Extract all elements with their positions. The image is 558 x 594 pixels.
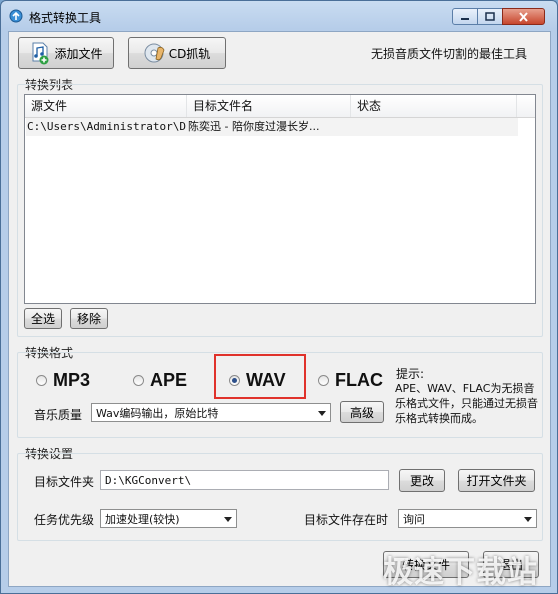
exists-select[interactable]: 询问: [398, 509, 537, 528]
column-source[interactable]: 源文件: [25, 95, 187, 117]
quality-select[interactable]: Wav编码输出，原始比特: [91, 403, 331, 422]
chevron-down-icon: [524, 516, 532, 522]
open-folder-button[interactable]: 打开文件夹: [458, 469, 535, 492]
cd-rip-button[interactable]: CD抓轨: [128, 37, 226, 69]
client-area: 添加文件 CD抓轨 无损音质文件切割的最佳工具 转换列表 源文件 目标文件名 状…: [8, 31, 551, 587]
advanced-button[interactable]: 高级: [340, 401, 384, 423]
priority-select[interactable]: 加速处理(较快): [100, 509, 237, 528]
cell-target: 陈奕迅 - 陪你度过漫长岁...: [188, 120, 320, 133]
chevron-down-icon: [224, 516, 232, 522]
column-target[interactable]: 目标文件名: [187, 95, 351, 117]
target-folder-label: 目标文件夹: [34, 475, 95, 489]
column-status[interactable]: 状态: [351, 95, 517, 117]
radio-mp3-dot: [36, 375, 47, 386]
cd-rip-label: CD抓轨: [168, 46, 211, 61]
radio-mp3-label: MP3: [53, 370, 91, 390]
main-window: 格式转换工具 添加文件 CD抓轨 无损音质文件切割的最佳工具 转换列表 源文件 …: [0, 0, 558, 594]
close-button[interactable]: [502, 8, 545, 25]
radio-ape-label: APE: [150, 370, 188, 390]
radio-ape[interactable]: APE: [133, 370, 187, 391]
table-row[interactable]: C:\Users\Administrator\D... 陈奕迅 - 陪你度过漫长…: [26, 118, 518, 136]
hint-body: APE、WAV、FLAC为无损音乐格式文件，只能通过无损音乐格式转换而成。: [395, 382, 538, 425]
cell-status: [352, 118, 512, 136]
radio-wav-label: WAV: [246, 370, 286, 390]
quality-label: 音乐质量: [34, 408, 83, 422]
hint-title: 提示:: [396, 367, 425, 381]
change-folder-button[interactable]: 更改: [399, 469, 445, 492]
add-file-label: 添加文件: [54, 46, 103, 61]
priority-label: 任务优先级: [34, 513, 95, 527]
file-list-header: 源文件 目标文件名 状态: [25, 95, 535, 118]
file-list[interactable]: 源文件 目标文件名 状态 C:\Users\Administrator\D...…: [24, 94, 536, 304]
window-title: 格式转换工具: [29, 11, 102, 25]
minimize-button[interactable]: [452, 8, 478, 25]
minimize-icon: [461, 17, 469, 20]
app-icon: [9, 9, 23, 23]
maximize-button[interactable]: [477, 8, 503, 25]
maximize-icon: [485, 12, 495, 21]
radio-mp3[interactable]: MP3: [36, 370, 90, 391]
tagline: 无损音质文件切割的最佳工具: [371, 47, 528, 61]
quality-select-value: Wav编码输出，原始比特: [96, 406, 219, 420]
radio-flac-label: FLAC: [335, 370, 383, 390]
close-icon: [519, 11, 528, 22]
priority-select-value: 加速处理(较快): [105, 512, 180, 526]
radio-flac-dot: [318, 375, 329, 386]
watermark-text: 极速下载站: [383, 555, 538, 590]
radio-wav-dot: [229, 375, 240, 386]
radio-ape-dot: [133, 375, 144, 386]
radio-flac[interactable]: FLAC: [318, 370, 383, 391]
remove-button[interactable]: 移除: [70, 308, 108, 329]
radio-wav[interactable]: WAV: [229, 370, 286, 391]
target-folder-input[interactable]: D:\KGConvert\: [100, 470, 389, 490]
add-file-button[interactable]: 添加文件: [18, 37, 114, 69]
cd-icon: [144, 43, 165, 63]
chevron-down-icon: [318, 410, 326, 416]
exists-select-value: 询问: [403, 512, 425, 526]
select-all-button[interactable]: 全选: [24, 308, 62, 329]
add-file-icon: [32, 42, 49, 65]
title-bar[interactable]: 格式转换工具: [1, 1, 557, 31]
cell-source: C:\Users\Administrator\D...: [27, 120, 187, 133]
exists-label: 目标文件存在时: [304, 513, 389, 527]
